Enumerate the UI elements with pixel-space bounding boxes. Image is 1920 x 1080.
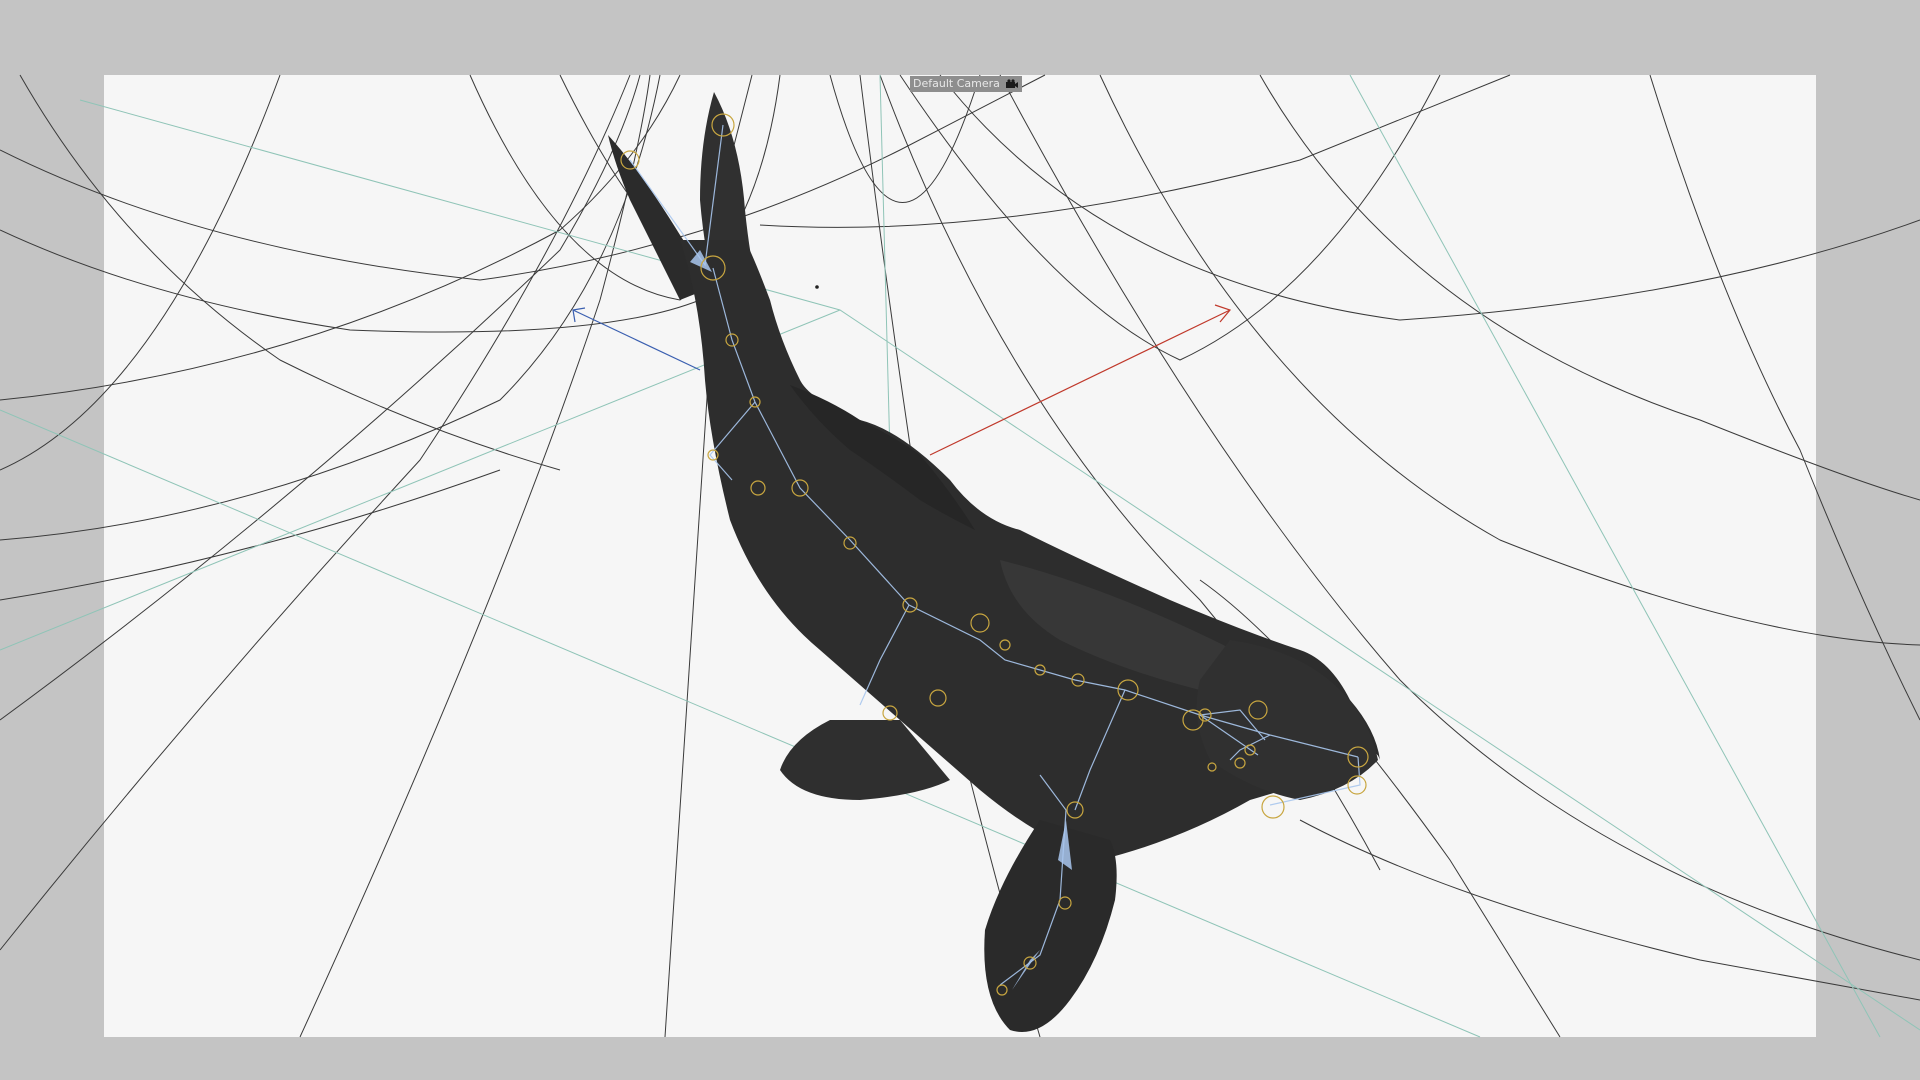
z-axis-line — [572, 309, 701, 371]
pivot-dot — [815, 285, 819, 289]
camera-label[interactable]: Default Camera — [910, 76, 1022, 92]
camera-label-text: Default Camera — [913, 77, 1000, 90]
3d-viewport[interactable]: Default Camera — [0, 0, 1920, 1080]
x-axis-line — [929, 309, 1231, 456]
viewport-scene[interactable] — [0, 0, 1920, 1080]
joint — [1261, 795, 1285, 819]
camera-icon — [1005, 79, 1018, 88]
joint — [1347, 775, 1367, 795]
sea-lion-model[interactable] — [608, 92, 1380, 1032]
axis-gizmo — [572, 304, 1232, 456]
